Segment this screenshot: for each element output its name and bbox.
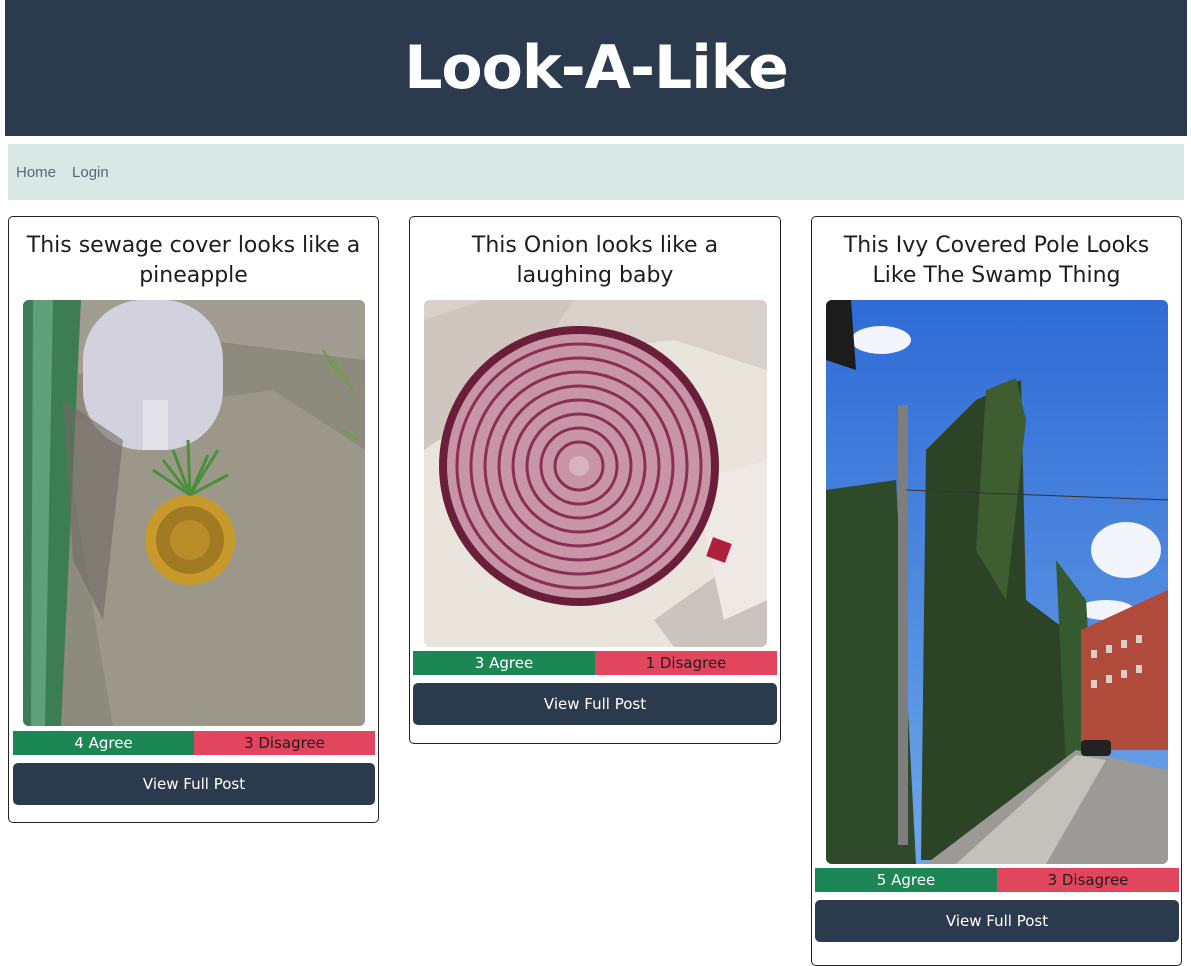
view-full-post-button[interactable]: View Full Post	[13, 763, 375, 805]
post-card: This Ivy Covered Pole Looks Like The Swa…	[811, 216, 1182, 966]
nav-login-link[interactable]: Login	[72, 164, 117, 181]
post-image	[23, 300, 365, 726]
vote-bar: 3 Agree 1 Disagree	[413, 651, 777, 675]
agree-button[interactable]: 5 Agree	[815, 868, 997, 892]
post-image	[826, 300, 1168, 864]
disagree-button[interactable]: 1 Disagree	[595, 651, 777, 675]
agree-button[interactable]: 3 Agree	[413, 651, 595, 675]
navbar: Home Login	[8, 144, 1184, 200]
post-card: This sewage cover looks like a pineapple	[8, 216, 379, 823]
agree-button[interactable]: 4 Agree	[13, 731, 194, 755]
nav-home-link[interactable]: Home	[16, 164, 64, 181]
disagree-button[interactable]: 3 Disagree	[997, 868, 1179, 892]
post-title: This Onion looks like a laughing baby	[471, 233, 719, 288]
site-header: Look-A-Like	[5, 0, 1187, 136]
vote-bar: 4 Agree 3 Disagree	[13, 731, 375, 755]
view-full-post-button[interactable]: View Full Post	[815, 900, 1179, 942]
post-image	[424, 300, 767, 647]
post-card: This Onion looks like a laughing baby 3 …	[409, 216, 781, 744]
site-title: Look-A-Like	[404, 33, 789, 103]
post-title: This sewage cover looks like a pineapple	[26, 233, 361, 288]
disagree-button[interactable]: 3 Disagree	[194, 731, 375, 755]
post-title: This Ivy Covered Pole Looks Like The Swa…	[843, 233, 1150, 288]
view-full-post-button[interactable]: View Full Post	[413, 683, 777, 725]
vote-bar: 5 Agree 3 Disagree	[815, 868, 1179, 892]
